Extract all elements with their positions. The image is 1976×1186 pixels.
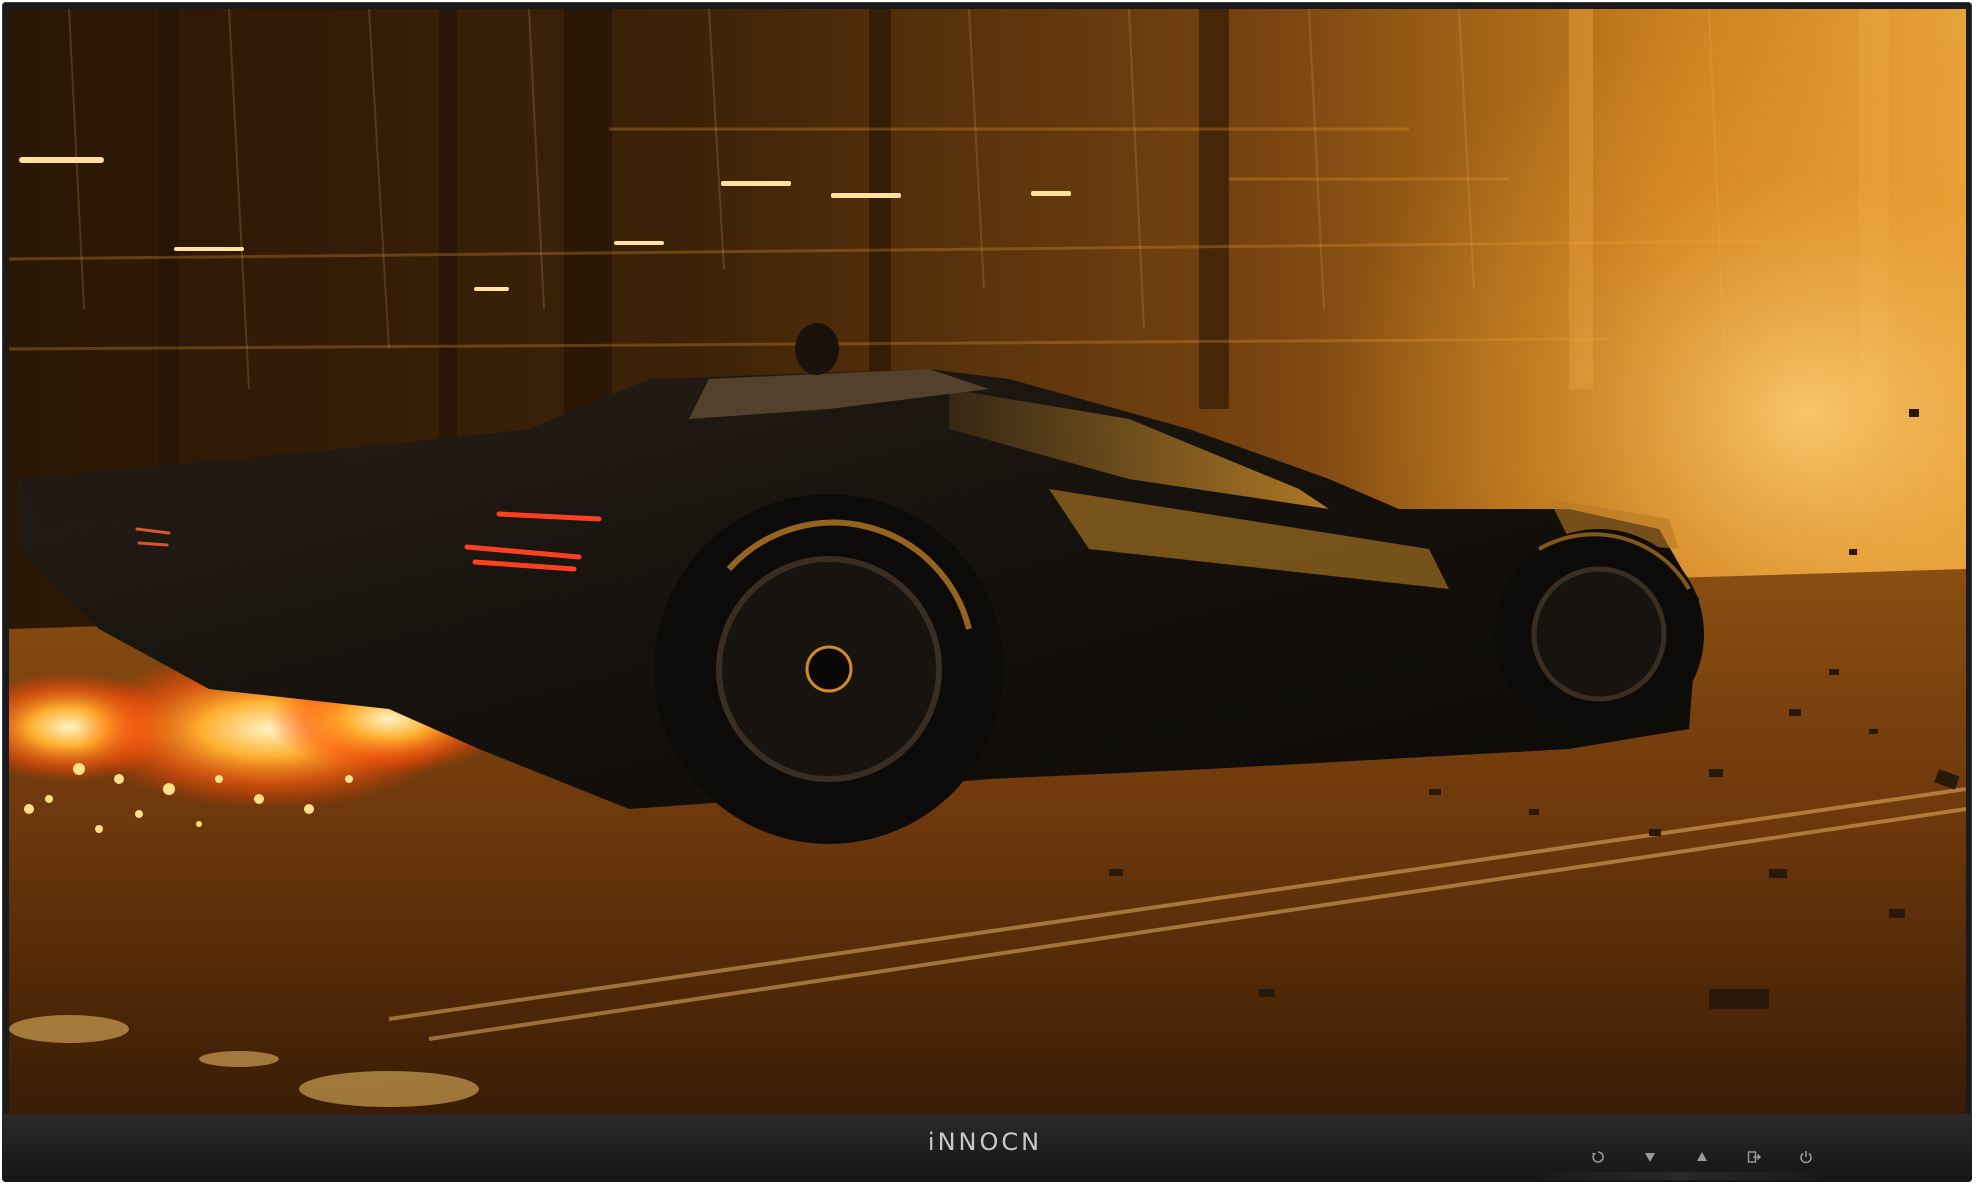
exit-icon (1747, 1151, 1761, 1163)
arrow-up-icon (1697, 1152, 1707, 1161)
power-button[interactable] (1780, 1145, 1832, 1169)
input-source-icon (1592, 1151, 1604, 1163)
button-strip (1540, 1172, 1820, 1180)
wallpaper-image (9, 9, 1966, 1114)
down-button[interactable] (1624, 1145, 1676, 1169)
power-icon (1800, 1151, 1812, 1164)
monitor: iNNOCN (0, 0, 1976, 1186)
arrow-down-icon (1645, 1153, 1655, 1162)
input-source-button[interactable] (1572, 1145, 1624, 1169)
monitor-controls (1572, 1145, 1832, 1169)
exit-button[interactable] (1728, 1145, 1780, 1169)
monitor-screen (9, 9, 1966, 1114)
up-button[interactable] (1676, 1145, 1728, 1169)
